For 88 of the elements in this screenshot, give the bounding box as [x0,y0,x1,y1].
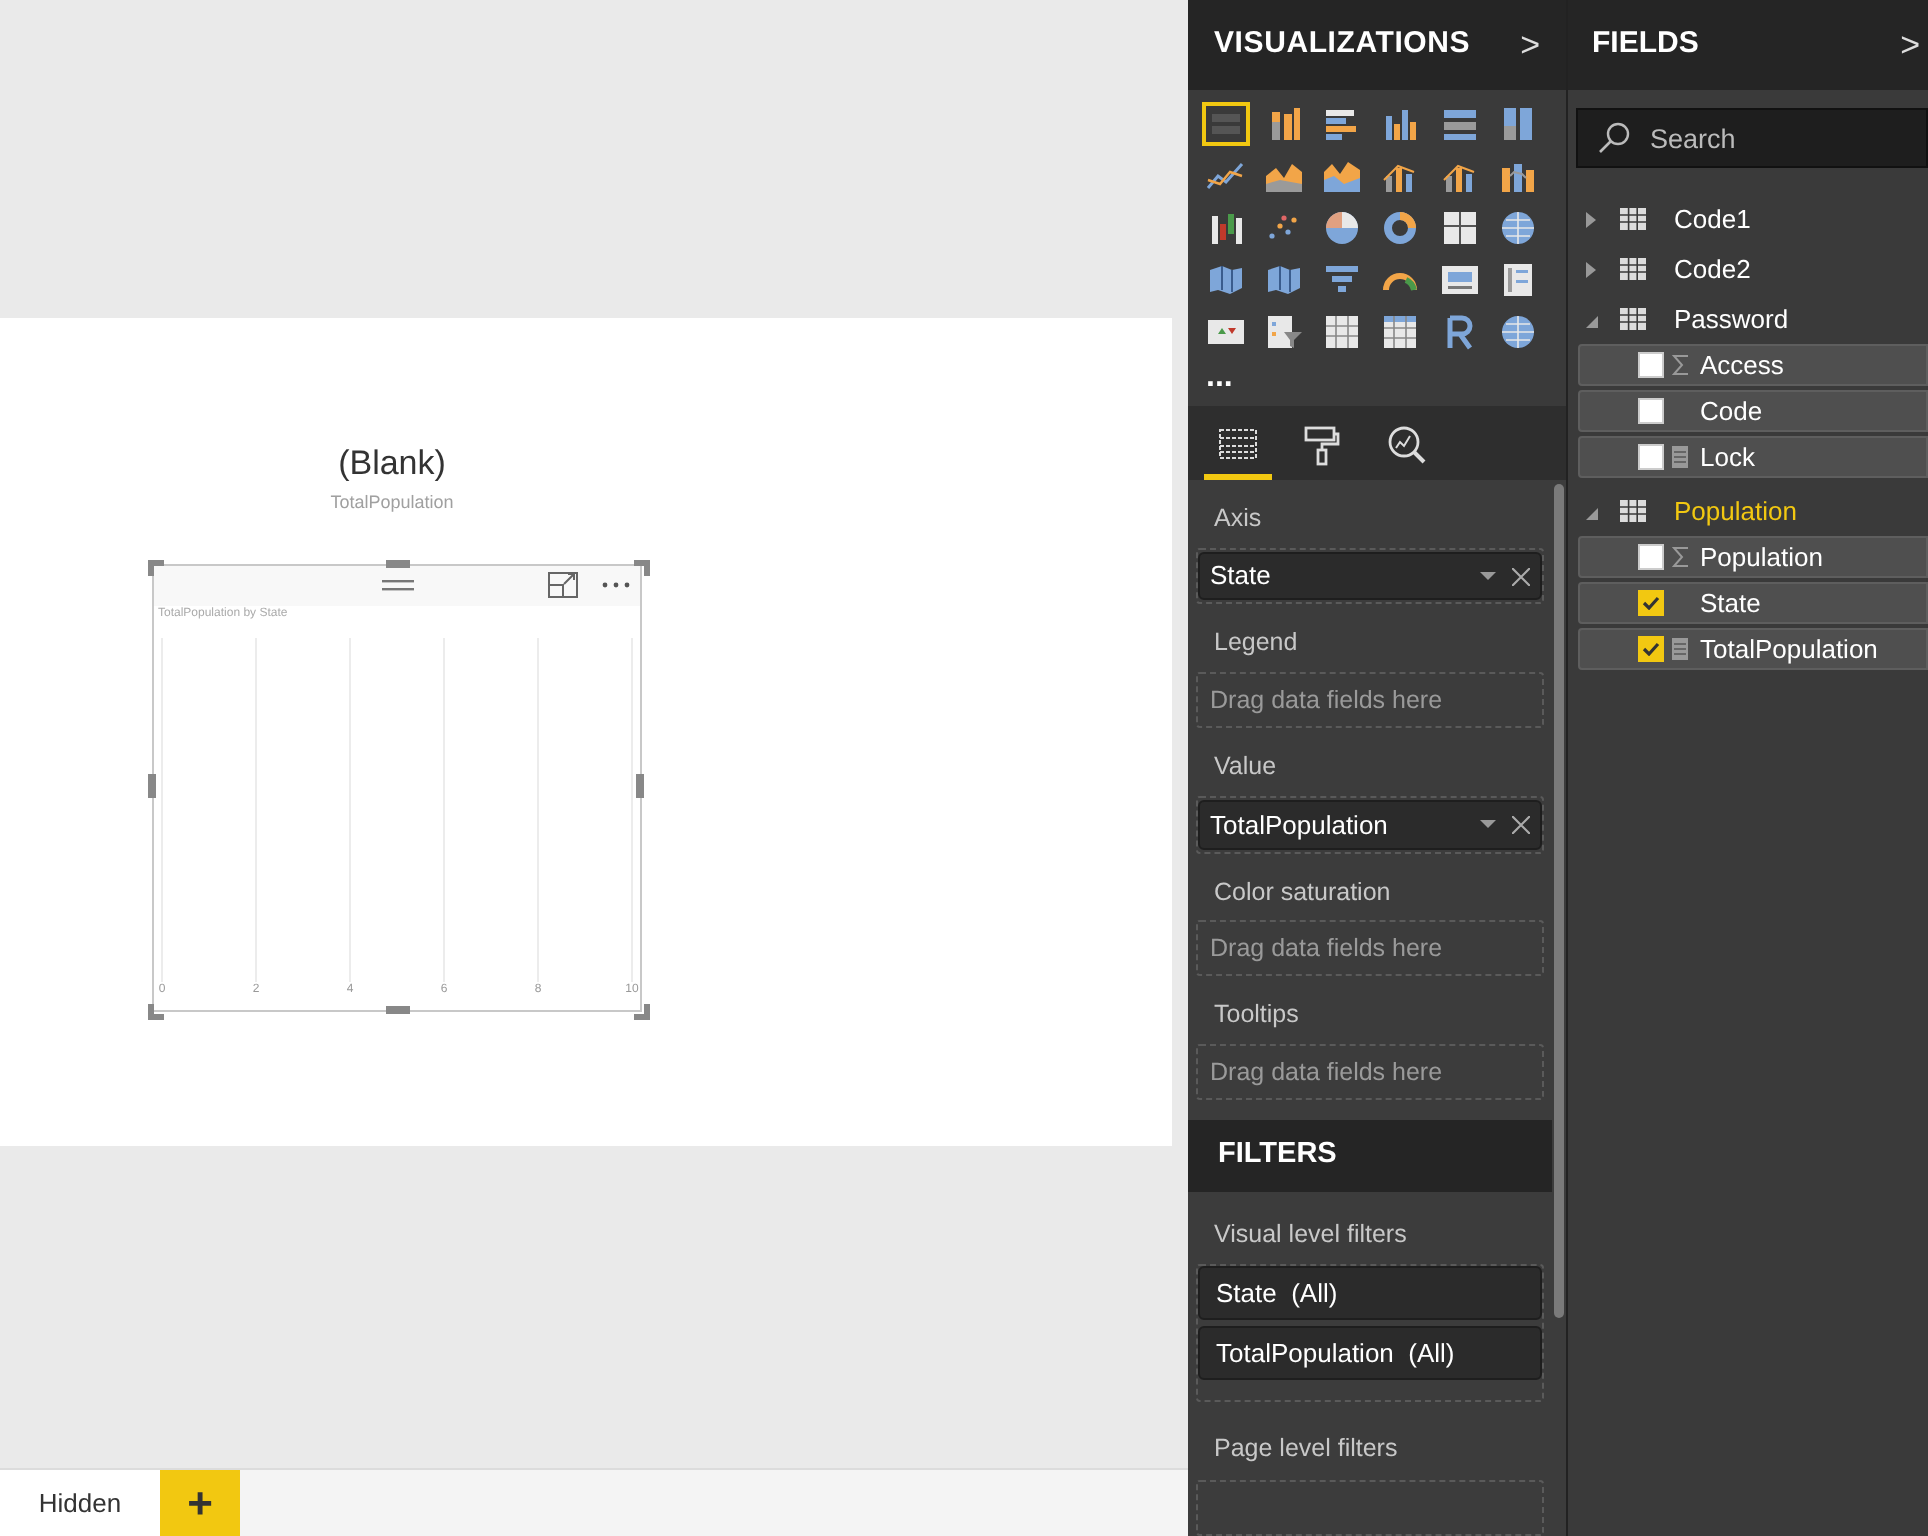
stacked-bar-chart-icon[interactable] [1202,102,1250,146]
table-row[interactable]: Code1 [1568,194,1928,244]
scrollbar-thumb[interactable] [1554,484,1564,1318]
field-pill[interactable]: TotalPopulation [1198,799,1542,850]
expanded-caret-icon[interactable] [1586,503,1598,519]
drop-zone-hint: Drag data fields here [1208,932,1445,967]
table-name: Code1 [1674,201,1751,238]
fields-icon [1216,423,1260,465]
expanded-caret-icon[interactable] [1586,311,1598,327]
page-tab[interactable]: Hidden [0,1470,160,1536]
drag-handle-icon[interactable] [382,580,414,592]
field-pill[interactable]: State [1198,551,1542,601]
table-name: Password [1674,301,1789,338]
checkbox[interactable] [1638,352,1664,378]
checkbox[interactable] [1638,398,1664,424]
well-label: Axis [1212,502,1264,536]
field-row[interactable]: Population [1578,536,1928,578]
search-field[interactable]: Search [1576,108,1928,168]
field-row[interactable]: Access [1578,344,1928,386]
table-icon [1620,208,1646,230]
table-icon [1620,308,1646,330]
collapsed-caret-icon[interactable] [1586,211,1598,227]
well-label: Legend [1212,626,1300,661]
well-label: Tooltips [1212,998,1301,1033]
calculator-icon [1672,446,1688,468]
checkbox[interactable] [1638,636,1664,662]
resize-handle[interactable] [636,774,644,798]
field-row[interactable]: TotalPopulation [1578,628,1928,670]
filter-card[interactable]: TotalPopulation (All) [1198,1326,1542,1381]
well-label: Color saturation [1212,875,1393,910]
resize-handle[interactable] [634,1004,650,1020]
focus-mode-icon[interactable] [548,572,578,598]
resize-handle[interactable] [148,560,164,576]
resize-handle[interactable] [386,560,410,568]
table-row[interactable]: Password [1568,294,1928,344]
add-page-button[interactable]: + [160,1470,240,1536]
close-icon[interactable] [1512,815,1530,834]
drop-zone-hint: Drag data fields here [1208,683,1445,718]
collapse-button[interactable]: > [1900,19,1920,71]
table-row[interactable]: Population [1568,486,1928,536]
collapsed-caret-icon[interactable] [1586,261,1598,277]
card-value: (Blank) [338,442,446,486]
table-name: Population [1674,493,1797,530]
field-name: TotalPopulation [1700,631,1878,668]
pane-title: FIELDS [1592,24,1699,65]
table-name: Code2 [1674,251,1751,288]
field-row[interactable]: State [1578,582,1928,624]
more-options-icon[interactable] [602,582,630,588]
field-pill-label: TotalPopulation [1210,807,1390,844]
drop-zone-hint: Drag data fields here [1208,1055,1445,1090]
field-name: Population [1700,539,1823,576]
field-name: Code [1700,393,1763,430]
field-name: Lock [1700,439,1755,476]
field-row[interactable]: Lock [1578,436,1928,478]
checkbox[interactable] [1638,444,1664,470]
resize-handle[interactable] [386,1006,410,1014]
well-label: Value [1212,750,1279,785]
close-icon[interactable] [1512,567,1530,586]
table-icon [1620,258,1646,280]
field-name: Access [1700,347,1784,384]
calculator-icon [1672,638,1688,660]
filter-label: Page level filters [1212,1432,1400,1467]
table-icon [1620,500,1646,522]
section-title: FILTERS [1218,1135,1337,1174]
analytics-icon [1384,423,1428,465]
pane-title: VISUALIZATIONS [1214,24,1471,65]
check-icon [1642,642,1660,656]
paint-roller-icon [1300,423,1344,465]
sigma-icon [1671,546,1689,568]
resize-handle[interactable] [148,774,156,798]
filter-card[interactable]: State (All) [1198,1266,1542,1321]
field-pill-label: State [1210,558,1273,595]
filter-label: Visual level filters [1212,1217,1409,1251]
card-label: TotalPopulation [330,489,454,516]
field-row[interactable]: Code [1578,390,1928,432]
search-icon [1598,122,1630,154]
dropdown-icon[interactable] [1480,820,1496,829]
resize-handle[interactable] [634,560,650,576]
resize-handle[interactable] [148,1004,164,1020]
collapse-button[interactable]: > [1520,19,1540,71]
checkbox[interactable] [1638,544,1664,570]
table-row[interactable]: Code2 [1568,244,1928,294]
sigma-icon [1671,354,1689,376]
more-visuals-button[interactable]: ... [1206,368,1233,388]
field-name: State [1700,585,1761,622]
checkbox[interactable] [1638,590,1664,616]
dropdown-icon[interactable] [1480,572,1496,581]
check-icon [1642,596,1660,610]
